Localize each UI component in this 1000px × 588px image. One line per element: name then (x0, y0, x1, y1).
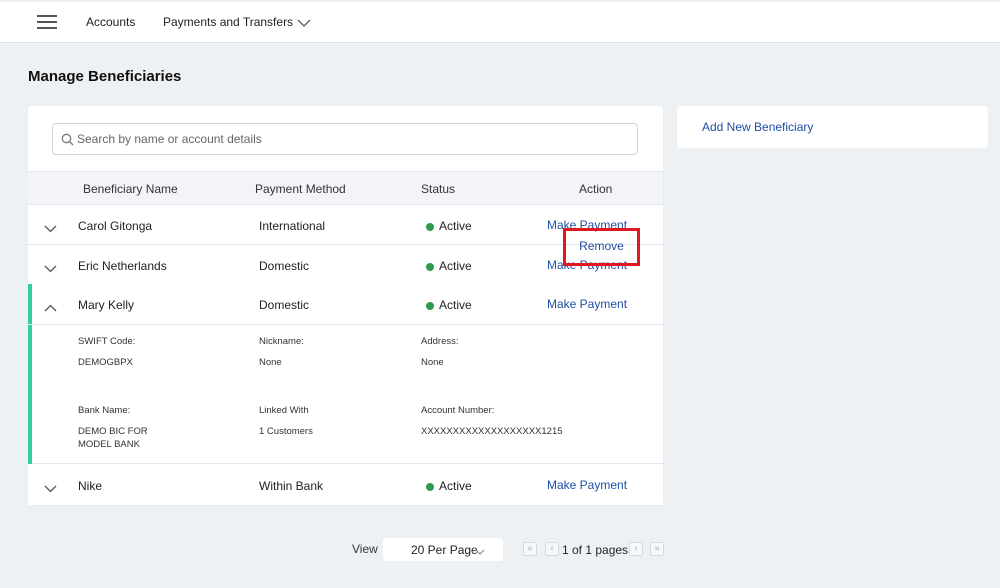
beneficiaries-panel: Beneficiary Name Payment Method Status A… (28, 106, 663, 505)
header-action: Action (579, 182, 613, 196)
nav-payments-and-transfers[interactable]: Payments and Transfers (163, 15, 293, 29)
search-box (52, 123, 638, 155)
chevron-left-icon[interactable]: ‹ (545, 542, 559, 556)
status-badge: Active (426, 259, 472, 273)
expanded-accent-bar (28, 284, 32, 464)
bank-name-label: Bank Name: (78, 405, 131, 416)
chevron-down-icon[interactable] (44, 220, 57, 238)
status-badge: Active (426, 479, 472, 493)
chevron-down-icon[interactable] (44, 480, 57, 498)
beneficiary-name: Mary Kelly (78, 298, 135, 312)
status-text: Active (439, 259, 472, 273)
account-number-value: XXXXXXXXXXXXXXXXXXX1215 (421, 426, 563, 437)
status-dot-icon (426, 482, 434, 491)
status-dot-icon (426, 262, 434, 271)
account-number-label: Account Number: (421, 405, 495, 416)
status-text: Active (439, 479, 472, 493)
payment-method: Within Bank (259, 479, 324, 493)
linked-with-value: 1 Customers (259, 426, 313, 437)
search-icon (61, 133, 74, 151)
address-value: None (421, 357, 444, 368)
top-nav-bar: Accounts Payments and Transfers (0, 2, 1000, 43)
bank-name-value-line1: DEMO BIC FOR (78, 426, 148, 437)
status-dot-icon (426, 222, 434, 231)
header-payment-method: Payment Method (255, 182, 346, 196)
per-page-value: 20 Per Page (411, 543, 478, 557)
per-page-select[interactable]: 20 Per Page (383, 538, 503, 561)
add-new-beneficiary-link[interactable]: Add New Beneficiary (702, 120, 813, 134)
header-status: Status (421, 182, 456, 196)
payment-method: Domestic (259, 259, 310, 273)
status-text: Active (439, 298, 472, 312)
status-badge: Active (426, 298, 472, 312)
beneficiary-name: Nike (78, 479, 103, 493)
nickname-label: Nickname: (259, 336, 304, 347)
chevron-down-icon[interactable] (44, 260, 57, 278)
nav-accounts[interactable]: Accounts (86, 15, 135, 29)
beneficiary-name: Carol Gitonga (78, 219, 153, 233)
status-dot-icon (426, 301, 434, 310)
address-label: Address: (421, 336, 459, 347)
status-text: Active (439, 219, 472, 233)
remove-highlight-box: Remove (563, 228, 640, 266)
remove-button[interactable]: Remove (566, 239, 637, 253)
double-chevron-right-icon[interactable]: » (650, 542, 664, 556)
chevron-up-icon[interactable] (44, 299, 57, 317)
payment-method: International (259, 219, 326, 233)
search-input[interactable] (77, 124, 627, 154)
nickname-value: None (259, 357, 282, 368)
table-row: Nike Within Bank Active Make Payment (28, 465, 663, 505)
bank-name-value-line2: MODEL BANK (78, 439, 140, 450)
swift-code-label: SWIFT Code: (78, 336, 136, 347)
chevron-right-icon[interactable]: › (629, 542, 643, 556)
double-chevron-left-icon[interactable]: « (523, 542, 537, 556)
linked-with-label: Linked With (259, 405, 309, 416)
view-label: View (352, 542, 378, 556)
status-badge: Active (426, 219, 472, 233)
divider (28, 324, 663, 325)
header-beneficiary-name: Beneficiary Name (83, 182, 178, 196)
chevron-down-icon[interactable] (297, 15, 311, 33)
side-actions-card: Add New Beneficiary (677, 106, 988, 148)
swift-code-value: DEMOGBPX (78, 357, 133, 368)
hamburger-icon[interactable] (37, 15, 57, 29)
beneficiary-name: Eric Netherlands (78, 259, 167, 273)
chevron-down-icon (475, 543, 485, 561)
expanded-row: Mary Kelly Domestic Active Make Payment … (28, 284, 663, 464)
page-indicator: 1 of 1 pages (562, 543, 629, 557)
table-header: Beneficiary Name Payment Method Status A… (28, 171, 663, 205)
make-payment-link[interactable]: Make Payment (547, 478, 627, 492)
payment-method: Domestic (259, 298, 310, 312)
page-title: Manage Beneficiaries (28, 68, 182, 85)
make-payment-link[interactable]: Make Payment (547, 297, 627, 311)
